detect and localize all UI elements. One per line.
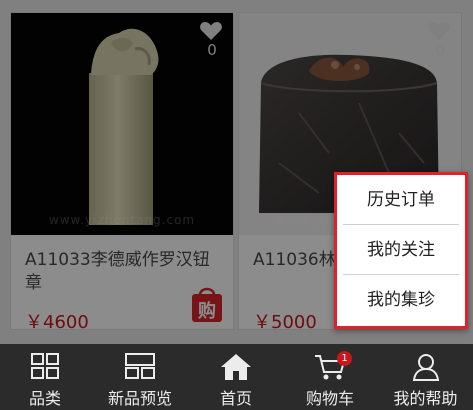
layout-icon: [125, 353, 155, 379]
tab-label: 首页: [219, 389, 252, 408]
tab-label: 新品预览: [107, 389, 172, 408]
tab-category[interactable]: 品类: [0, 344, 90, 410]
tab-cart[interactable]: 1 购物车: [282, 344, 378, 410]
menu-item-my-follows[interactable]: 我的关注: [343, 225, 459, 275]
grid-icon: [31, 353, 59, 379]
menu-item-order-history[interactable]: 历史订单: [343, 175, 459, 225]
bottom-tab-bar: 品类 新品预览 首页 1 购物车 我的帮助: [0, 344, 473, 410]
screen: 0 www.yizhentang.com A11033李德威作罗汉钮章 ￥460…: [0, 0, 473, 410]
tab-new-preview[interactable]: 新品预览: [90, 344, 190, 410]
home-icon: [221, 354, 251, 380]
tab-home[interactable]: 首页: [190, 344, 282, 410]
user-icon: [412, 354, 439, 381]
tab-label: 我的帮助: [393, 389, 458, 408]
menu-item-my-collection[interactable]: 我的集珍: [343, 275, 459, 325]
account-popup-menu: 历史订单 我的关注 我的集珍: [334, 172, 468, 329]
tab-label: 购物车: [305, 389, 354, 408]
tab-label: 品类: [28, 389, 61, 408]
tab-my-help[interactable]: 我的帮助: [378, 344, 473, 410]
cart-badge: 1: [337, 351, 352, 366]
